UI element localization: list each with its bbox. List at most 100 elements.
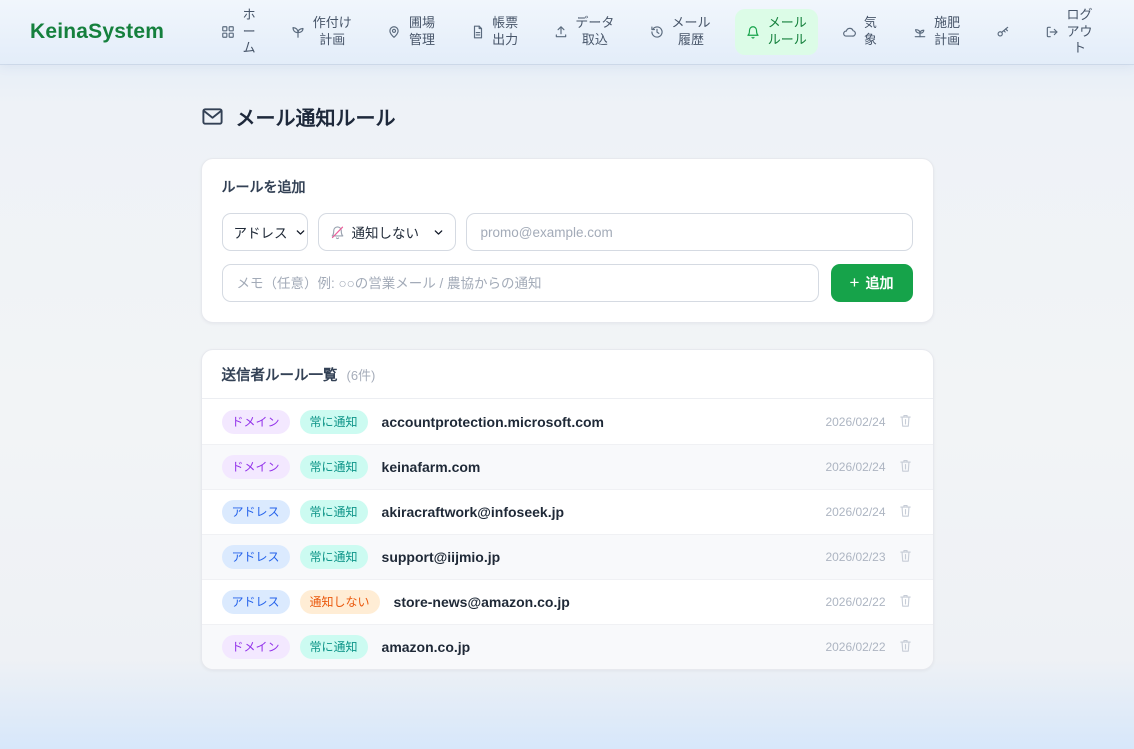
nav-item-label: メール履歴 <box>671 15 711 49</box>
rule-action-badge: 常に通知 <box>300 410 368 434</box>
trash-icon <box>898 413 913 431</box>
nav-item-report-output[interactable]: 帳票出力 <box>460 9 530 55</box>
key-icon <box>996 25 1010 39</box>
rule-row: ドメイン 常に通知 keinafarm.com 2026/02/24 <box>202 444 933 489</box>
trash-icon <box>898 548 913 566</box>
nav-item-label: データ取込 <box>575 15 615 49</box>
nav-item-weather[interactable]: 気象 <box>831 9 888 55</box>
rule-type-badge: アドレス <box>222 590 290 614</box>
rule-address: support@iijmio.jp <box>382 549 501 565</box>
rule-type-badge: アドレス <box>222 500 290 524</box>
rule-address: store-news@amazon.co.jp <box>394 594 570 610</box>
trash-icon <box>898 638 913 656</box>
rule-row: ドメイン 常に通知 accountprotection.microsoft.co… <box>202 399 933 444</box>
rule-row: アドレス 常に通知 akiracraftwork@infoseek.jp 202… <box>202 489 933 534</box>
rule-type-badge: アドレス <box>222 545 290 569</box>
nav-item-label: 作付け計画 <box>312 15 352 49</box>
main-nav: ホーム 作付け計画 圃場管理 帳票出力 データ取込 メール履歴 メールルール 気… <box>210 1 1104 64</box>
upload-icon <box>554 25 568 39</box>
memo-input[interactable] <box>222 264 819 302</box>
rule-action-badge: 常に通知 <box>300 635 368 659</box>
delete-rule-button[interactable] <box>898 593 913 611</box>
bell-icon <box>746 25 760 39</box>
nav-item-label: 施肥計画 <box>934 15 961 49</box>
rule-type-badge: ドメイン <box>222 410 290 434</box>
rule-date: 2026/02/23 <box>825 550 885 564</box>
document-icon <box>471 25 485 39</box>
chevron-down-icon <box>295 227 306 238</box>
nav-item-label: ホーム <box>242 7 256 58</box>
rule-row: アドレス 通知しない store-news@amazon.co.jp 2026/… <box>202 579 933 624</box>
page-header: メール通知ルール <box>201 102 934 131</box>
rule-address: akiracraftwork@infoseek.jp <box>382 504 565 520</box>
rule-date: 2026/02/24 <box>825 415 885 429</box>
cloud-icon <box>842 25 856 39</box>
address-input[interactable] <box>466 213 913 251</box>
sender-rules-list: ドメイン 常に通知 accountprotection.microsoft.co… <box>202 399 933 669</box>
nav-item-planting-plan[interactable]: 作付け計画 <box>280 9 363 55</box>
nav-item-label: 帳票出力 <box>492 15 519 49</box>
top-nav: KeinaSystem ホーム 作付け計画 圃場管理 帳票出力 データ取込 メー… <box>0 0 1134 64</box>
add-button-label: 追加 <box>865 273 893 293</box>
logout-icon <box>1045 25 1059 39</box>
add-rule-card: ルールを追加 アドレス 通知しない + 追加 <box>201 158 934 323</box>
rule-type-badge: ドメイン <box>222 635 290 659</box>
nav-item-fertilizer-plan[interactable]: 施肥計画 <box>902 9 972 55</box>
rule-action-badge: 通知しない <box>300 590 380 614</box>
delete-rule-button[interactable] <box>898 458 913 476</box>
rule-action-badge: 常に通知 <box>300 455 368 479</box>
rule-date: 2026/02/24 <box>825 460 885 474</box>
page-title: メール通知ルール <box>236 102 396 131</box>
rule-row: ドメイン 常に通知 amazon.co.jp 2026/02/22 <box>202 624 933 669</box>
rule-address: keinafarm.com <box>382 459 481 475</box>
sender-rules-count: (6件) <box>347 365 376 384</box>
nav-item-logout[interactable]: ログアウト <box>1034 1 1104 64</box>
rule-action-badge: 常に通知 <box>300 500 368 524</box>
add-rule-title: ルールを追加 <box>222 177 913 197</box>
nav-item-data-import[interactable]: データ取込 <box>543 9 626 55</box>
rule-type-badge: ドメイン <box>222 455 290 479</box>
nav-item-label: ログアウト <box>1066 7 1093 58</box>
rule-address: amazon.co.jp <box>382 639 471 655</box>
rule-action-badge: 常に通知 <box>300 545 368 569</box>
history-icon <box>650 25 664 39</box>
nav-item-password[interactable] <box>985 19 1021 45</box>
sender-rules-card: 送信者ルール一覧 (6件) ドメイン 常に通知 accountprotectio… <box>201 349 934 670</box>
sender-rules-header: 送信者ルール一覧 (6件) <box>202 350 933 399</box>
sender-rules-title: 送信者ルール一覧 <box>222 364 338 385</box>
main-content: メール通知ルール ルールを追加 アドレス 通知しない + 追加 送信者ル <box>201 64 934 670</box>
rule-row: アドレス 常に通知 support@iijmio.jp 2026/02/23 <box>202 534 933 579</box>
rule-date: 2026/02/24 <box>825 505 885 519</box>
nav-item-label: 気象 <box>863 15 877 49</box>
delete-rule-button[interactable] <box>898 413 913 431</box>
nav-item-mail-rules[interactable]: メールルール <box>735 9 818 55</box>
rule-action-select[interactable]: 通知しない <box>318 213 456 251</box>
sprout-icon <box>291 25 305 39</box>
delete-rule-button[interactable] <box>898 548 913 566</box>
rule-date: 2026/02/22 <box>825 640 885 654</box>
rule-type-value: アドレス <box>234 222 288 242</box>
nav-item-home[interactable]: ホーム <box>210 1 267 64</box>
chevron-down-icon <box>433 227 444 238</box>
delete-rule-button[interactable] <box>898 503 913 521</box>
add-rule-button[interactable]: + 追加 <box>831 264 913 302</box>
rule-date: 2026/02/22 <box>825 595 885 609</box>
trash-icon <box>898 503 913 521</box>
nav-item-field-management[interactable]: 圃場管理 <box>376 9 446 55</box>
grid-icon <box>221 25 235 39</box>
rule-action-value: 通知しない <box>352 222 420 242</box>
trash-icon <box>898 458 913 476</box>
map-pin-icon <box>387 25 401 39</box>
trash-icon <box>898 593 913 611</box>
rule-address: accountprotection.microsoft.com <box>382 414 604 430</box>
delete-rule-button[interactable] <box>898 638 913 656</box>
brand-logo[interactable]: KeinaSystem <box>30 20 164 44</box>
mail-icon <box>201 105 224 128</box>
nav-item-mail-history[interactable]: メール履歴 <box>639 9 722 55</box>
plus-icon: + <box>850 274 860 291</box>
nav-item-label: 圃場管理 <box>408 15 435 49</box>
fertilizer-icon <box>913 25 927 39</box>
bell-slash-icon <box>330 225 345 240</box>
rule-type-select[interactable]: アドレス <box>222 213 308 251</box>
nav-item-label: メールルール <box>767 15 807 49</box>
